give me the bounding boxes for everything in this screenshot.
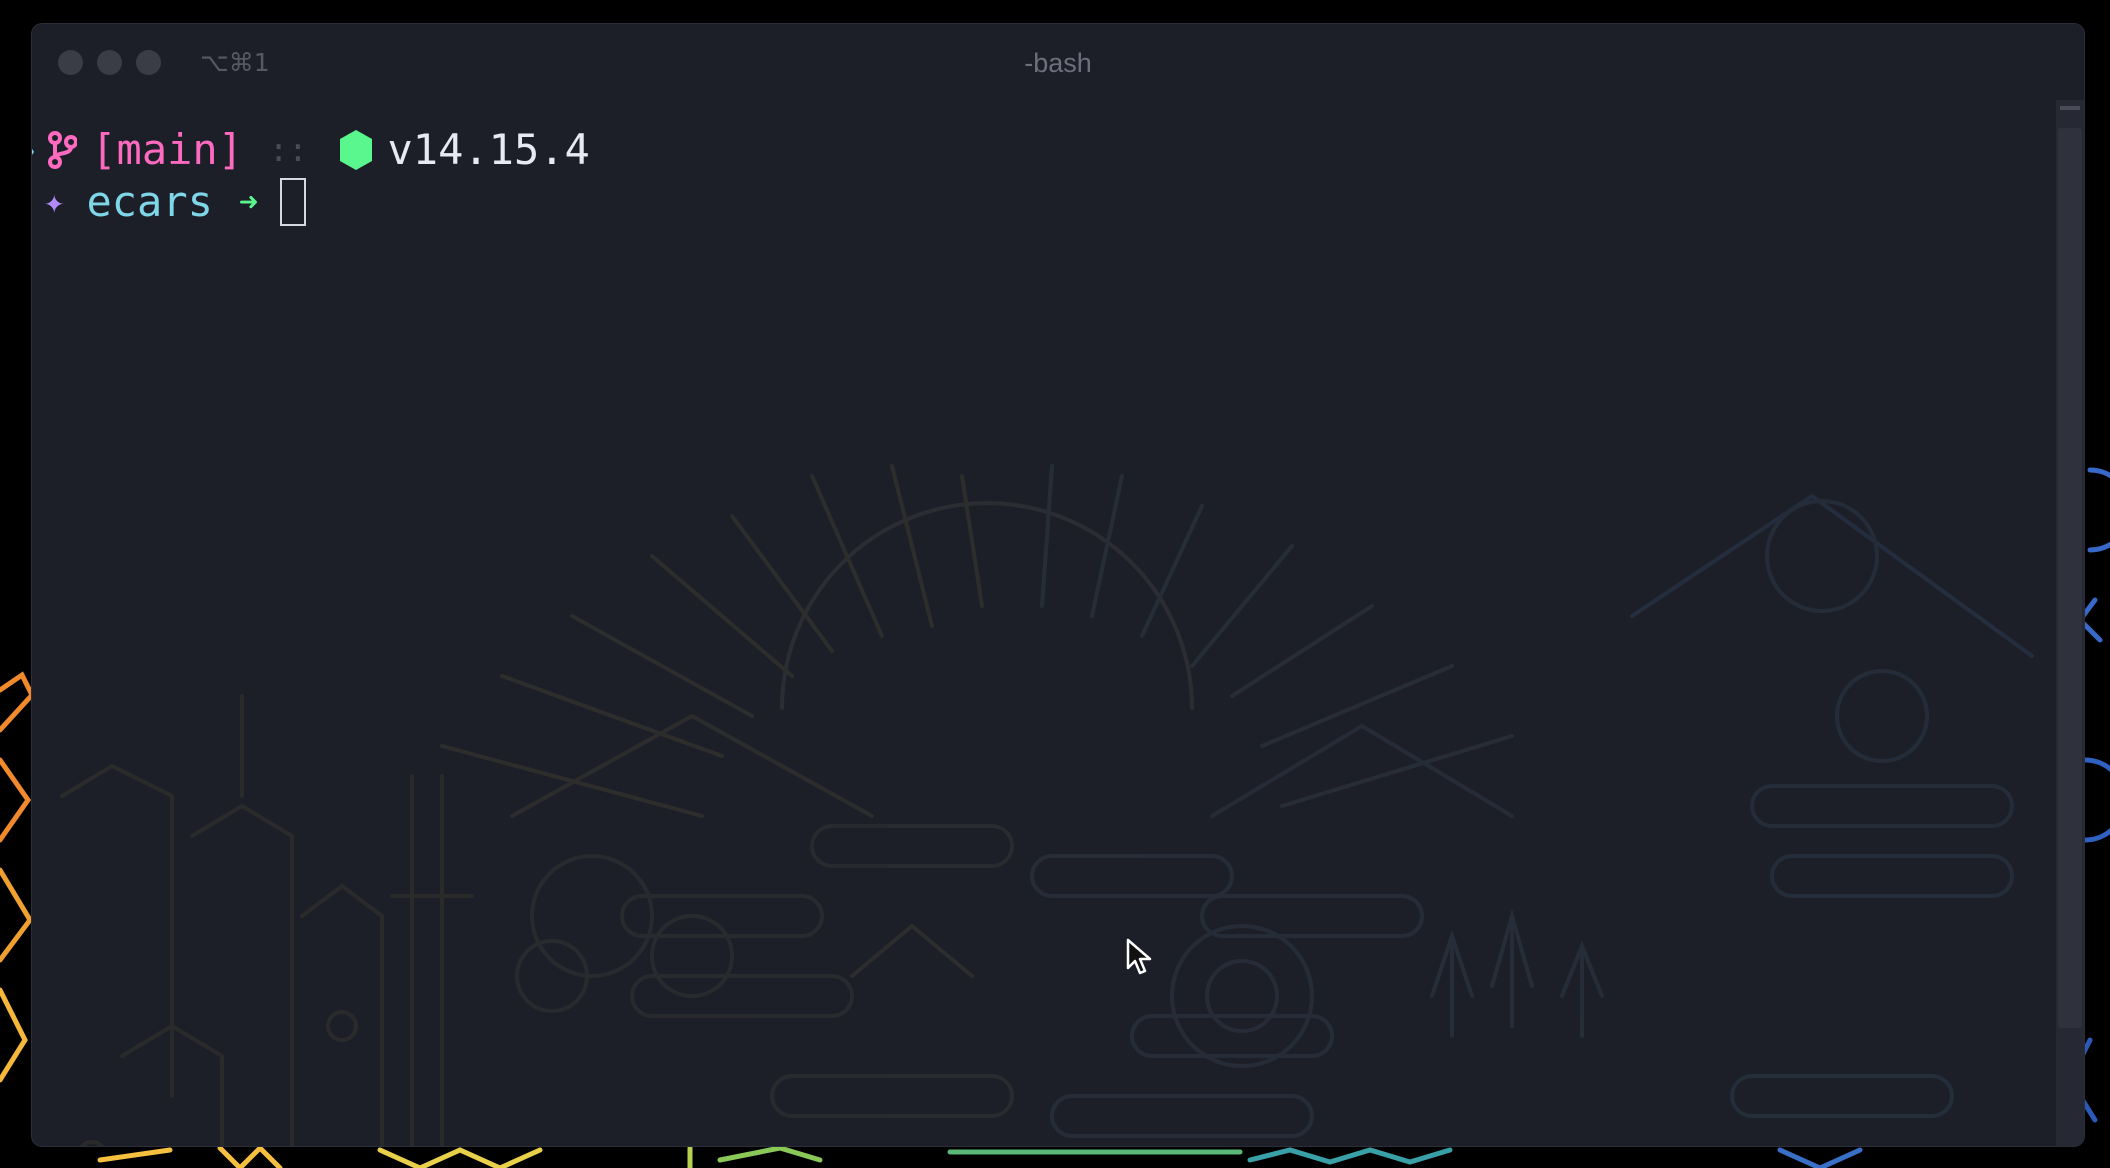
scrollbar[interactable] — [2056, 100, 2084, 1146]
terminal-window[interactable]: ⌥⌘1 -bash ❯ [main] :: — [32, 24, 2084, 1146]
scrollbar-thumb[interactable] — [2058, 128, 2082, 1028]
prompt-line-1: ❯ [main] :: v14.15.4 — [32, 124, 2032, 176]
node-version: v14.15.4 — [387, 125, 590, 174]
prompt-arrow-icon: ➜ — [238, 183, 259, 221]
background-illustration — [60, 464, 2034, 1146]
star-icon: ✦ — [44, 182, 65, 222]
git-branch-icon — [47, 130, 78, 170]
current-directory: ecars — [86, 177, 213, 226]
text-cursor[interactable] — [280, 178, 307, 226]
prompt-separator: :: — [268, 131, 308, 169]
prompt-arrow: ❯ — [32, 124, 37, 176]
prompt-line-2: ✦ ecars ➜ — [32, 176, 2032, 228]
git-branch-name: [main] — [91, 125, 243, 174]
node-hexagon-icon — [338, 128, 374, 172]
scrollbar-cap — [2060, 106, 2080, 110]
terminal-output[interactable]: ❯ [main] :: v14.15.4 — [32, 124, 2032, 228]
window-title: -bash — [1024, 48, 1092, 78]
mouse-pointer-icon — [1126, 938, 1152, 975]
title-bar[interactable]: ⌥⌘1 -bash — [32, 24, 2084, 96]
